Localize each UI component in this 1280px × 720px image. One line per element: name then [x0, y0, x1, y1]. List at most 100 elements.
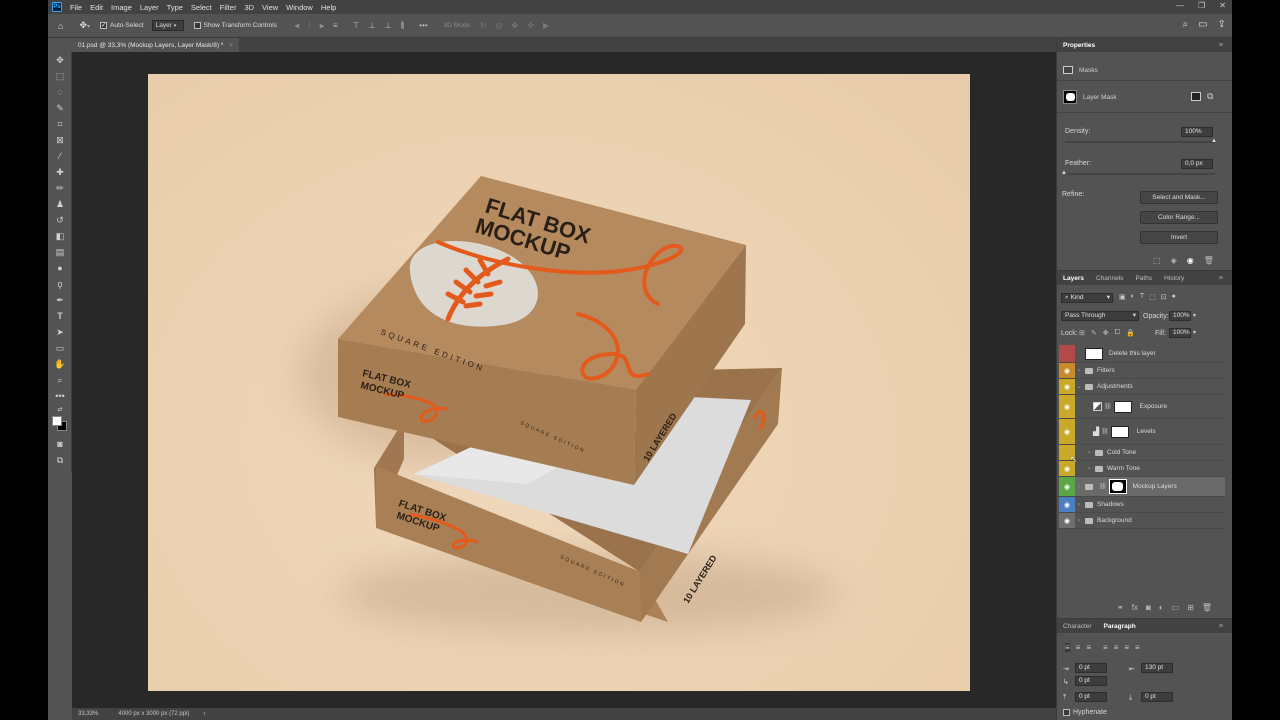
eye-icon[interactable]: ◉ [1059, 395, 1075, 418]
new-layer-icon[interactable]: ⊞ [1187, 603, 1194, 612]
hand-tool-icon[interactable]: ✋ [48, 356, 72, 372]
document-tab[interactable]: 01.psd @ 33,3% (Mockup Layers, Layer Mas… [72, 38, 240, 52]
space-before-input[interactable]: 0 pt [1075, 692, 1107, 702]
filter-kind-dropdown[interactable]: ⌕ Kind ▾ [1061, 293, 1113, 303]
vector-mask-icon[interactable]: ⧉ [1207, 91, 1213, 102]
layer-row-adjustments[interactable]: ◉ ⌄ Adjustments [1059, 379, 1225, 395]
show-transform-checkbox[interactable]: Show Transform Controls [193, 22, 277, 29]
zoom-tool-icon[interactable]: ⌕ [48, 372, 72, 388]
link-layers-icon[interactable]: ⚭ [1117, 603, 1124, 612]
lock-pixels-icon[interactable]: ⊞ [1079, 329, 1085, 337]
screen-mode-icon[interactable]: ⧉ [48, 452, 72, 468]
eye-icon[interactable]: ◉ [1059, 419, 1075, 444]
menu-3d[interactable]: 3D [244, 3, 254, 12]
menu-view[interactable]: View [262, 3, 278, 12]
menu-layer[interactable]: Layer [140, 3, 159, 12]
quick-mask-icon[interactable]: ◙ [48, 436, 72, 452]
layer-row-background[interactable]: ◉ › Background [1059, 513, 1225, 529]
filter-type-icon[interactable]: T [1140, 293, 1144, 301]
tab-history[interactable]: History [1158, 275, 1190, 282]
zoom-level[interactable]: 33,33% [78, 711, 98, 717]
align-right-icon[interactable]: ⫸ [319, 21, 324, 31]
foreground-color[interactable] [52, 416, 62, 426]
filter-smart-icon[interactable]: ⊡ [1161, 293, 1167, 301]
space-after-input[interactable]: 0 pt [1141, 692, 1173, 702]
status-expand-icon[interactable]: › [203, 711, 205, 717]
chevron-right-icon[interactable]: › [1075, 518, 1083, 524]
justify-all-icon[interactable]: ≡ [1135, 643, 1140, 652]
search-icon[interactable]: ⌕ [1183, 19, 1189, 30]
layer-row-mockup-layers[interactable]: ◉ › ⛓ Mockup Layers [1059, 477, 1225, 497]
pen-tool-icon[interactable]: ✒ [48, 292, 72, 308]
menu-help[interactable]: Help [321, 3, 336, 12]
lock-artboard-icon[interactable]: ⧠ [1115, 329, 1121, 337]
pixel-mask-icon[interactable] [1191, 92, 1201, 101]
fx-icon[interactable]: fx [1132, 603, 1138, 612]
menu-edit[interactable]: Edit [90, 3, 103, 12]
workspace-icon[interactable]: ▭ [1198, 19, 1207, 30]
type-tool-icon[interactable]: T [48, 308, 72, 324]
feather-input[interactable]: 0,0 px [1181, 159, 1213, 169]
visibility-toggle-off[interactable] [1059, 345, 1075, 362]
feather-slider-thumb[interactable]: ▲ [1061, 170, 1067, 176]
layer-row-exposure[interactable]: ◉ ⛓ Exposure [1059, 395, 1225, 419]
layer-mask-thumbnail[interactable] [1063, 90, 1077, 104]
gradient-tool-icon[interactable]: ▤ [48, 244, 72, 260]
brush-tool-icon[interactable]: ✏ [48, 180, 72, 196]
swap-colors-icon[interactable]: ⇄ [48, 404, 72, 414]
add-mask-icon[interactable]: ◙ [1146, 603, 1151, 612]
layer-row-filters[interactable]: ◉ › Filters [1059, 363, 1225, 379]
eraser-tool-icon[interactable]: ◧ [48, 228, 72, 244]
select-and-mask-button[interactable]: Select and Mask... [1140, 191, 1218, 204]
justify-right-icon[interactable]: ≡ [1124, 643, 1129, 652]
menu-window[interactable]: Window [286, 3, 313, 12]
crop-tool-icon[interactable]: ⌗ [48, 116, 72, 132]
layer-row-cold-tone[interactable]: › Cold Tone [1059, 445, 1225, 461]
eyedropper-tool-icon[interactable]: ⁄ [48, 148, 72, 164]
move-tool-icon[interactable]: ✥ [48, 52, 72, 68]
layer-row-levels[interactable]: ◉ ▟ ⛓ Levels [1059, 419, 1225, 445]
filter-toggle-icon[interactable]: ● [1172, 293, 1176, 301]
rectangle-tool-icon[interactable]: ▭ [48, 340, 72, 356]
first-line-indent-input[interactable]: 0 pt [1075, 676, 1107, 686]
tab-character[interactable]: Character [1057, 623, 1098, 630]
3d-orbit-icon[interactable]: ↻ [480, 21, 487, 30]
align-right-text-icon[interactable]: ≡ [1086, 643, 1091, 652]
3d-roll-icon[interactable]: ◎ [496, 21, 503, 30]
color-swatches[interactable] [48, 414, 72, 436]
feather-slider[interactable] [1065, 173, 1215, 175]
layers-menu-icon[interactable]: ≡ [1213, 275, 1229, 282]
filter-adjust-icon[interactable]: ◐ [1131, 293, 1135, 301]
invert-button[interactable]: Invert [1140, 231, 1218, 244]
edit-toolbar-icon[interactable]: ••• [48, 388, 72, 404]
3d-slide-icon[interactable]: ✣ [527, 21, 534, 30]
paragraph-menu-icon[interactable]: ≡ [1213, 623, 1229, 630]
restore-icon[interactable]: ❐ [1198, 1, 1205, 10]
menu-file[interactable]: File [70, 3, 82, 12]
density-slider-thumb[interactable]: ▲ [1211, 138, 1217, 144]
marquee-tool-icon[interactable]: ⬚ [48, 68, 72, 84]
share-icon[interactable]: ⇪ [1218, 19, 1226, 30]
chevron-right-icon[interactable]: › [1085, 450, 1093, 456]
panel-menu-icon[interactable]: ≡ [1213, 42, 1229, 49]
align-bottom-icon[interactable]: ⊥ [385, 21, 392, 31]
eye-icon[interactable]: ◉ [1059, 363, 1075, 378]
justify-left-icon[interactable]: ≡ [1103, 643, 1108, 652]
clone-stamp-icon[interactable]: ♟ [48, 196, 72, 212]
adjustment-mask-thumbnail[interactable] [1110, 425, 1129, 438]
density-slider[interactable] [1065, 141, 1215, 143]
chevron-right-icon[interactable]: › [1075, 484, 1083, 490]
tab-layers[interactable]: Layers [1057, 275, 1090, 282]
adjustment-mask-thumbnail[interactable] [1113, 400, 1132, 413]
path-select-icon[interactable]: ➤ [48, 324, 72, 340]
filter-shape-icon[interactable]: ⬚ [1149, 293, 1156, 301]
lock-position-icon[interactable]: ✥ [1103, 329, 1109, 337]
eye-icon[interactable]: ◉ [1059, 513, 1075, 528]
indent-right-input[interactable]: 130 pt [1141, 663, 1173, 673]
toggle-mask-eye-icon[interactable]: ◉ [1187, 256, 1194, 265]
layer-row-delete-this-layer[interactable]: Delete this layer [1059, 345, 1225, 363]
close-window-icon[interactable]: ✕ [1219, 1, 1226, 10]
justify-center-icon[interactable]: ≡ [1114, 643, 1119, 652]
fill-input[interactable]: 100% [1169, 328, 1191, 338]
distribute-icon[interactable]: ⫼ [401, 21, 405, 31]
